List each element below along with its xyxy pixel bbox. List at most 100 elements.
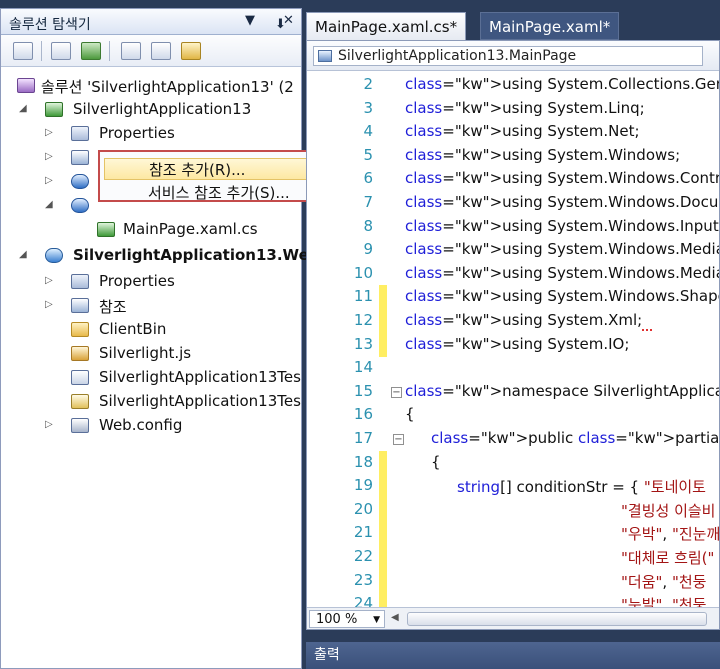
code-line[interactable]: "눈발", "천둥 [621,594,706,607]
dropdown-icon[interactable]: ▼ [245,13,255,28]
tree-item-project[interactable]: ◢ SilverlightApplication13 [1,99,301,121]
tree-item-clientbin[interactable]: ClientBin [1,319,301,341]
expand-arrow-icon[interactable]: ◢ [19,249,27,260]
change-marker [379,474,387,499]
code-line[interactable]: class="kw">using System.Xml; [405,311,652,331]
line-number: 6 [363,169,373,188]
solution-explorer: 솔루션 탐색기 ▼ ᅟ⬇ ✕ 솔루션 'SilverlightApplicati… [0,8,319,669]
class-icon [318,50,332,62]
xaml-icon [71,198,89,213]
collapse-arrow-icon[interactable]: ▷ [45,275,53,286]
code-line[interactable]: { [431,453,441,471]
collapse-outline-icon[interactable]: − [393,434,404,445]
tab-mainpage-xaml-cs[interactable]: MainPage.xaml.cs* [306,12,467,40]
collapse-arrow-icon[interactable]: ▷ [45,419,53,430]
tree-item-web-references[interactable]: ▷ 참조 [1,295,301,317]
scrollbar-thumb[interactable] [407,612,707,626]
line-number: 21 [353,523,373,542]
code-line[interactable]: class="kw">using System.Windows.Media; [405,240,719,258]
tree-item-testpage-html[interactable]: SilverlightApplication13TestP [1,367,301,389]
collapse-arrow-icon[interactable]: ▷ [45,151,53,162]
tree-item-properties[interactable]: ▷ Properties [1,123,301,145]
class-selector-dropdown[interactable]: SilverlightApplication13.MainPage [313,46,703,66]
xaml-icon [71,174,89,189]
code-line[interactable]: class="kw">public class="kw">partial cla… [431,429,719,447]
line-number: 24 [353,594,373,607]
tree-item-web-config[interactable]: ▷ Web.config [1,415,301,437]
line-number: 18 [353,452,373,471]
zoom-dropdown[interactable]: 100 % ▼ [309,610,385,628]
code-line[interactable]: class="kw">using System.Linq; [405,99,645,117]
chevron-down-icon: ▼ [373,615,380,625]
code-line[interactable]: string[] conditionStr = { "토네이토 [457,476,706,497]
close-icon[interactable]: ✕ [283,13,294,28]
code-editor: SilverlightApplication13.MainPage 2 class… [306,40,720,630]
code-line[interactable]: "결빙성 이슬비 [621,500,715,521]
output-panel-title[interactable]: 출력 [306,642,720,669]
code-line[interactable]: class="kw">using System.IO; [405,335,629,353]
expand-arrow-icon[interactable]: ◢ [19,103,27,114]
line-number: 16 [353,405,373,424]
csharp-project-icon [45,102,63,117]
web-project-icon [45,248,63,263]
collapse-arrow-icon[interactable]: ▷ [45,175,53,186]
document-tabs: MainPage.xaml.cs* MainPage.xaml* [306,12,720,40]
tree-item-web-project[interactable]: ◢ SilverlightApplication13.Web [1,245,319,267]
scroll-left-icon[interactable]: ◀ [391,612,399,623]
line-number: 2 [363,75,373,93]
code-line[interactable]: class="kw">using System.Windows.Media.An… [405,264,719,282]
line-number: 5 [363,145,373,164]
line-number: 22 [353,547,373,565]
references-icon [71,298,89,313]
tree-item-silverlight-js[interactable]: Silverlight.js [1,343,301,365]
collapse-arrow-icon[interactable]: ▷ [45,127,53,138]
line-number: 13 [353,334,373,353]
line-number: 3 [363,98,373,117]
solution-explorer-toolbar [1,35,301,67]
code-line[interactable]: "더움", "천둥 [621,571,706,592]
tree-item-mainpage-cs[interactable]: MainPage.xaml.cs [1,219,301,241]
change-marker [379,497,387,522]
code-line[interactable]: class="kw">namespace SilverlightApplicat… [405,382,719,400]
expand-arrow-icon[interactable]: ◢ [45,199,53,210]
solution-explorer-title: 솔루션 탐색기 [9,17,91,33]
change-marker [379,332,387,357]
code-line[interactable]: { [405,405,415,423]
show-all-files-icon[interactable] [51,42,71,60]
line-number: 11 [353,287,373,306]
properties-view-icon[interactable] [13,42,33,60]
code-area[interactable]: 2 class="kw">using System.Collections.Gen… [307,71,719,607]
line-number: 20 [353,499,373,518]
view-designer-icon[interactable] [151,42,171,60]
folder-icon [71,322,89,337]
code-line[interactable]: "우박", "진눈깨 [621,523,719,544]
code-line[interactable]: class="kw">using System.Windows.Shapes; [405,287,719,305]
change-marker [379,450,387,475]
code-line[interactable]: class="kw">using System.Windows.Document… [405,193,719,211]
collapse-arrow-icon[interactable]: ▷ [45,299,53,310]
class-diagram-icon[interactable] [181,42,201,60]
code-line[interactable]: class="kw">using System.Collections.Gene… [405,75,719,93]
code-line[interactable]: class="kw">using System.Net; [405,122,640,140]
horizontal-scrollbar[interactable]: 100 % ▼ ◀ [307,607,719,629]
code-line[interactable]: "대체로 흐림(" [621,547,714,568]
tree-item-testpage-aspx[interactable]: SilverlightApplication13TestP [1,391,301,413]
code-line[interactable]: class="kw">using System.Windows.Input; [405,217,719,235]
refresh-icon[interactable] [81,42,101,60]
solution-explorer-titlebar: 솔루션 탐색기 ▼ ᅟ⬇ ✕ [1,9,301,35]
line-number: 4 [363,122,373,141]
line-number: 9 [363,240,373,259]
line-number: 15 [353,381,373,400]
change-marker [379,309,387,333]
collapse-outline-icon[interactable]: − [391,386,402,398]
tree-item-solution[interactable]: 솔루션 'SilverlightApplication13' (2 [1,75,301,97]
references-icon [71,150,89,165]
view-code-icon[interactable] [121,42,141,60]
code-line[interactable]: class="kw">using System.Windows; [405,146,680,164]
line-number: 19 [353,476,373,495]
tree-item-web-properties[interactable]: ▷ Properties [1,271,301,293]
code-line[interactable]: class="kw">using System.Windows.Controls… [405,169,719,187]
line-number: 17 [353,429,373,447]
line-number: 7 [363,193,373,211]
tab-mainpage-xaml[interactable]: MainPage.xaml* [480,12,620,40]
